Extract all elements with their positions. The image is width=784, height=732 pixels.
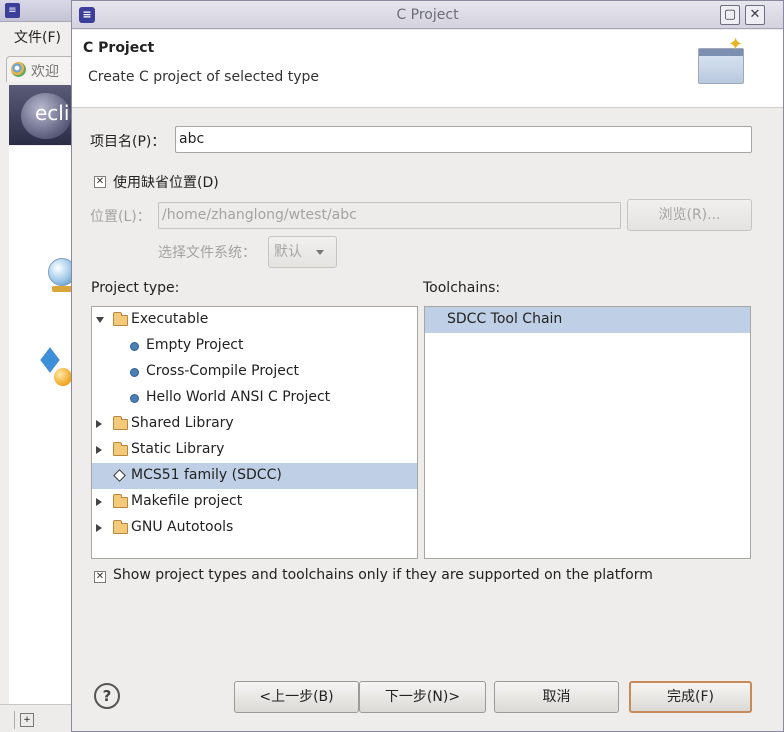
- maximize-button[interactable]: ▢: [720, 5, 740, 25]
- tree-item-label: GNU Autotools: [131, 519, 234, 535]
- tree-item[interactable]: Empty Project: [92, 333, 417, 359]
- samples-orb-icon: [54, 368, 72, 386]
- wizard-header: C Project Create C project of selected t…: [72, 30, 783, 108]
- project-type-tree[interactable]: Executable Empty Project Cross-Compile Pro…: [91, 306, 418, 559]
- tree-item[interactable]: Makefile project: [92, 489, 417, 515]
- tree-item-label: Makefile project: [131, 493, 243, 509]
- welcome-icon: [11, 62, 26, 77]
- next-button[interactable]: 下一步(N)>: [359, 681, 486, 713]
- eclipse-banner-text: ecli: [35, 101, 70, 125]
- show-supported-only-label: Show project types and toolchains only i…: [113, 567, 653, 583]
- tree-item-label: Cross-Compile Project: [146, 363, 300, 379]
- folder-icon: [113, 312, 128, 326]
- tree-item-label: Hello World ANSI C Project: [146, 389, 331, 405]
- project-type-diamond-icon: [113, 469, 126, 482]
- expanded-arrow-icon[interactable]: [96, 317, 104, 323]
- toolchain-item-label: SDCC Tool Chain: [447, 311, 563, 327]
- tree-item-label: MCS51 family (SDCC): [131, 467, 282, 483]
- template-bullet-icon: [130, 394, 139, 403]
- folder-icon: [113, 442, 128, 456]
- tree-item-label: Shared Library: [131, 415, 234, 431]
- folder-icon: [113, 416, 128, 430]
- tree-item[interactable]: MCS51 family (SDCC): [92, 463, 417, 489]
- wizard-page-title: C Project: [83, 40, 155, 56]
- finish-button[interactable]: 完成(F): [629, 681, 752, 713]
- location-input[interactable]: /home/zhanglong/wtest/abc: [158, 202, 621, 229]
- use-default-location-checkbox[interactable]: ✕: [94, 176, 106, 188]
- tree-item-label: Empty Project: [146, 337, 244, 353]
- tree-item[interactable]: Hello World ANSI C Project: [92, 385, 417, 411]
- dialog-title: C Project: [396, 7, 459, 23]
- show-supported-only-checkbox[interactable]: ✕: [94, 571, 106, 583]
- folder-icon: [113, 494, 128, 508]
- browse-button[interactable]: 浏览(R)...: [627, 199, 752, 231]
- c-project-dialog: ≡ C Project ▢ ✕ C Project Create C proje…: [71, 0, 784, 732]
- tab-welcome-label: 欢迎: [31, 64, 59, 80]
- location-label: 位置(L)：: [90, 209, 151, 225]
- collapsed-arrow-icon[interactable]: [96, 498, 102, 506]
- toolchain-item[interactable]: SDCC Tool Chain: [425, 307, 750, 333]
- dialog-titlebar[interactable]: ≡ C Project ▢ ✕: [72, 1, 783, 29]
- welcome-content: [9, 146, 74, 704]
- new-window-wizard-icon: ✦: [696, 34, 746, 88]
- eclipse-app-icon: ≡: [5, 3, 20, 18]
- template-bullet-icon: [130, 368, 139, 377]
- sparkle-icon: ✦: [728, 34, 744, 55]
- background-titlebar: ≡: [0, 0, 74, 22]
- tree-item[interactable]: GNU Autotools: [92, 515, 417, 541]
- toolchains-list[interactable]: SDCC Tool Chain: [424, 306, 751, 559]
- tree-item[interactable]: Cross-Compile Project: [92, 359, 417, 385]
- collapsed-arrow-icon[interactable]: [96, 420, 102, 428]
- template-bullet-icon: [130, 342, 139, 351]
- filesystem-combo[interactable]: 默认: [268, 236, 337, 268]
- tree-item[interactable]: Static Library: [92, 437, 417, 463]
- toolchains-label: Toolchains:: [423, 280, 501, 296]
- project-name-label: 项目名(P)：: [90, 134, 166, 150]
- help-icon[interactable]: ?: [94, 683, 120, 709]
- close-button[interactable]: ✕: [745, 5, 765, 25]
- collapsed-arrow-icon[interactable]: [96, 446, 102, 454]
- menu-file[interactable]: 文件(F): [14, 27, 61, 47]
- filesystem-selected: 默认: [274, 244, 302, 260]
- filesystem-label: 选择文件系统：: [158, 245, 256, 261]
- status-separator: [14, 711, 15, 729]
- tree-item-label: Executable: [131, 311, 209, 327]
- tab-welcome[interactable]: 欢迎 ×: [6, 56, 79, 82]
- chevron-down-icon: [316, 249, 324, 255]
- status-bar: +: [0, 704, 74, 732]
- tree-item[interactable]: Executable: [92, 307, 417, 333]
- tree-item[interactable]: Shared Library: [92, 411, 417, 437]
- fast-view-icon[interactable]: +: [20, 713, 34, 727]
- folder-icon: [113, 520, 128, 534]
- tree-item-label: Static Library: [131, 441, 225, 457]
- use-default-location-label: 使用缺省位置(D): [113, 175, 219, 191]
- cancel-button[interactable]: 取消: [494, 681, 619, 713]
- back-button[interactable]: <上一步(B): [234, 681, 359, 713]
- project-name-input[interactable]: abc: [175, 126, 752, 153]
- eclipse-banner: ecli: [9, 85, 74, 145]
- project-type-label: Project type:: [91, 280, 180, 296]
- wizard-page-description: Create C project of selected type: [88, 69, 319, 85]
- collapsed-arrow-icon[interactable]: [96, 524, 102, 532]
